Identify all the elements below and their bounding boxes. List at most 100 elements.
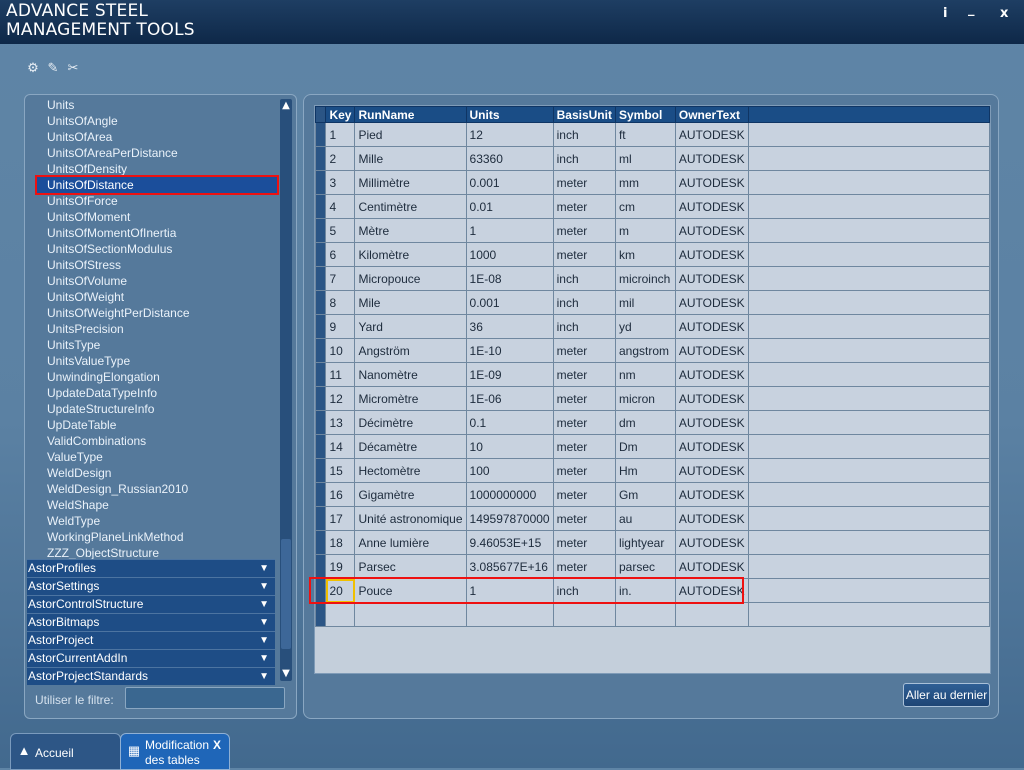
- table-cell[interactable]: 36: [465, 314, 554, 339]
- table-cell[interactable]: meter: [552, 362, 616, 387]
- column-header[interactable]: Symbol: [614, 106, 676, 123]
- table-cell[interactable]: AUTODESK: [674, 290, 749, 315]
- table-cell[interactable]: ml: [614, 146, 676, 171]
- table-cell[interactable]: AUTODESK: [674, 362, 749, 387]
- row-header[interactable]: [315, 290, 327, 315]
- info-button[interactable]: i: [943, 6, 947, 21]
- tree-item[interactable]: WeldShape: [47, 497, 109, 513]
- table-cell[interactable]: Kilomètre: [354, 242, 467, 267]
- table-cell[interactable]: Anne lumière: [354, 530, 467, 555]
- table-cell[interactable]: Nanomètre: [354, 362, 467, 387]
- row-header[interactable]: [315, 434, 327, 459]
- table-cell[interactable]: angstrom: [614, 338, 676, 363]
- table-cell[interactable]: nm: [614, 362, 676, 387]
- table-cell[interactable]: au: [614, 506, 676, 531]
- table-cell[interactable]: Décimètre: [354, 410, 467, 435]
- table-cell[interactable]: 15: [325, 458, 356, 483]
- table-cell[interactable]: micron: [614, 386, 676, 411]
- table-cell[interactable]: 9.46053E+15: [465, 530, 554, 555]
- table-row[interactable]: 4 Centimètre 0.01 meter cm AUTODESK: [315, 194, 990, 219]
- row-header[interactable]: [315, 218, 327, 243]
- table-cell[interactable]: Mille: [354, 146, 467, 171]
- tree-item[interactable]: UnitsPrecision: [47, 321, 124, 337]
- empty-cell[interactable]: [325, 602, 356, 627]
- table-cell[interactable]: 10: [325, 338, 356, 363]
- table-cell[interactable]: AUTODESK: [674, 482, 749, 507]
- empty-cell[interactable]: [747, 602, 990, 627]
- table-cell[interactable]: 0.1: [465, 410, 554, 435]
- empty-cell[interactable]: [465, 602, 554, 627]
- table-cell[interactable]: AUTODESK: [674, 194, 749, 219]
- table-row[interactable]: 18 Anne lumière 9.46053E+15 meter lightyear A…: [315, 530, 990, 555]
- table-cell[interactable]: km: [614, 242, 676, 267]
- table-cell[interactable]: yd: [614, 314, 676, 339]
- tree-item[interactable]: UnitsOfMoment: [47, 209, 130, 225]
- row-header[interactable]: [315, 146, 327, 171]
- tree-item[interactable]: UnitsOfAngle: [47, 113, 118, 129]
- table-cell[interactable]: mm: [614, 170, 676, 195]
- row-header[interactable]: [315, 410, 327, 435]
- tree-scrollbar[interactable]: ▲ ▼: [280, 99, 292, 681]
- expand-arrow-icon[interactable]: ▼: [259, 614, 269, 631]
- table-cell[interactable]: meter: [552, 170, 616, 195]
- table-cell[interactable]: 9: [325, 314, 356, 339]
- table-cell[interactable]: 19: [325, 554, 356, 579]
- expand-arrow-icon[interactable]: ▼: [259, 578, 269, 595]
- table-cell[interactable]: 20: [325, 578, 356, 603]
- table-row[interactable]: 8 Mile 0.001 inch mil AUTODESK: [315, 290, 990, 315]
- table-cell[interactable]: 100: [465, 458, 554, 483]
- tree-item[interactable]: UnitsOfDistance: [35, 175, 279, 195]
- go-to-last-button[interactable]: Aller au dernier: [903, 683, 990, 707]
- scroll-thumb[interactable]: [281, 539, 291, 649]
- table-cell[interactable]: 18: [325, 530, 356, 555]
- scroll-down-icon[interactable]: ▼: [280, 667, 292, 681]
- table-cell[interactable]: mil: [614, 290, 676, 315]
- row-header[interactable]: [315, 122, 327, 147]
- table-cell[interactable]: Mètre: [354, 218, 467, 243]
- table-cell[interactable]: AUTODESK: [674, 578, 749, 603]
- table-cell[interactable]: microinch: [614, 266, 676, 291]
- category-row[interactable]: AstorBitmaps ▼: [27, 613, 275, 631]
- table-cell[interactable]: 2: [325, 146, 356, 171]
- category-row[interactable]: AstorProject ▼: [27, 631, 275, 649]
- table-cell[interactable]: 0.001: [465, 290, 554, 315]
- table-cell[interactable]: 0.01: [465, 194, 554, 219]
- close-button[interactable]: x: [1000, 6, 1008, 21]
- category-row[interactable]: AstorProjectStandards ▼: [27, 667, 275, 685]
- table-cell[interactable]: Décamètre: [354, 434, 467, 459]
- table-cell[interactable]: Micropouce: [354, 266, 467, 291]
- tree-item[interactable]: UnitsOfDensity: [47, 161, 127, 177]
- table-cell[interactable]: Pied: [354, 122, 467, 147]
- table-row[interactable]: 7 Micropouce 1E-08 inch microinch AUTODESK: [315, 266, 990, 291]
- column-header[interactable]: Key: [325, 106, 356, 123]
- table-row[interactable]: 2 Mille 63360 inch ml AUTODESK: [315, 146, 990, 171]
- table-cell[interactable]: m: [614, 218, 676, 243]
- table-cell[interactable]: Gm: [614, 482, 676, 507]
- table-cell[interactable]: 0.001: [465, 170, 554, 195]
- table-cell[interactable]: meter: [552, 338, 616, 363]
- table-cell[interactable]: 1E-09: [465, 362, 554, 387]
- gear-list-icon[interactable]: ⚙: [26, 62, 40, 76]
- table-cell[interactable]: Micromètre: [354, 386, 467, 411]
- column-header[interactable]: BasisUnit: [552, 106, 616, 123]
- table-cell[interactable]: Dm: [614, 434, 676, 459]
- table-cell[interactable]: AUTODESK: [674, 122, 749, 147]
- row-header[interactable]: [315, 314, 327, 339]
- tree-item[interactable]: WeldType: [47, 513, 100, 529]
- table-row[interactable]: 15 Hectomètre 100 meter Hm AUTODESK: [315, 458, 990, 483]
- expand-arrow-icon[interactable]: ▼: [259, 560, 269, 577]
- tree-item[interactable]: WeldDesign_Russian2010: [47, 481, 188, 497]
- row-header[interactable]: [315, 386, 327, 411]
- table-row[interactable]: 11 Nanomètre 1E-09 meter nm AUTODESK: [315, 362, 990, 387]
- table-cell[interactable]: 1: [465, 578, 554, 603]
- table-cell[interactable]: Centimètre: [354, 194, 467, 219]
- expand-arrow-icon[interactable]: ▼: [259, 668, 269, 685]
- tree-item[interactable]: UnitsOfForce: [47, 193, 118, 209]
- row-header[interactable]: [315, 338, 327, 363]
- table-cell[interactable]: AUTODESK: [674, 434, 749, 459]
- table-cell[interactable]: 16: [325, 482, 356, 507]
- row-header[interactable]: [315, 554, 327, 579]
- table-cell[interactable]: inch: [552, 578, 616, 603]
- table-row[interactable]: 19 Parsec 3.085677E+16 meter parsec AUTODESK: [315, 554, 990, 579]
- table-cell[interactable]: 8: [325, 290, 356, 315]
